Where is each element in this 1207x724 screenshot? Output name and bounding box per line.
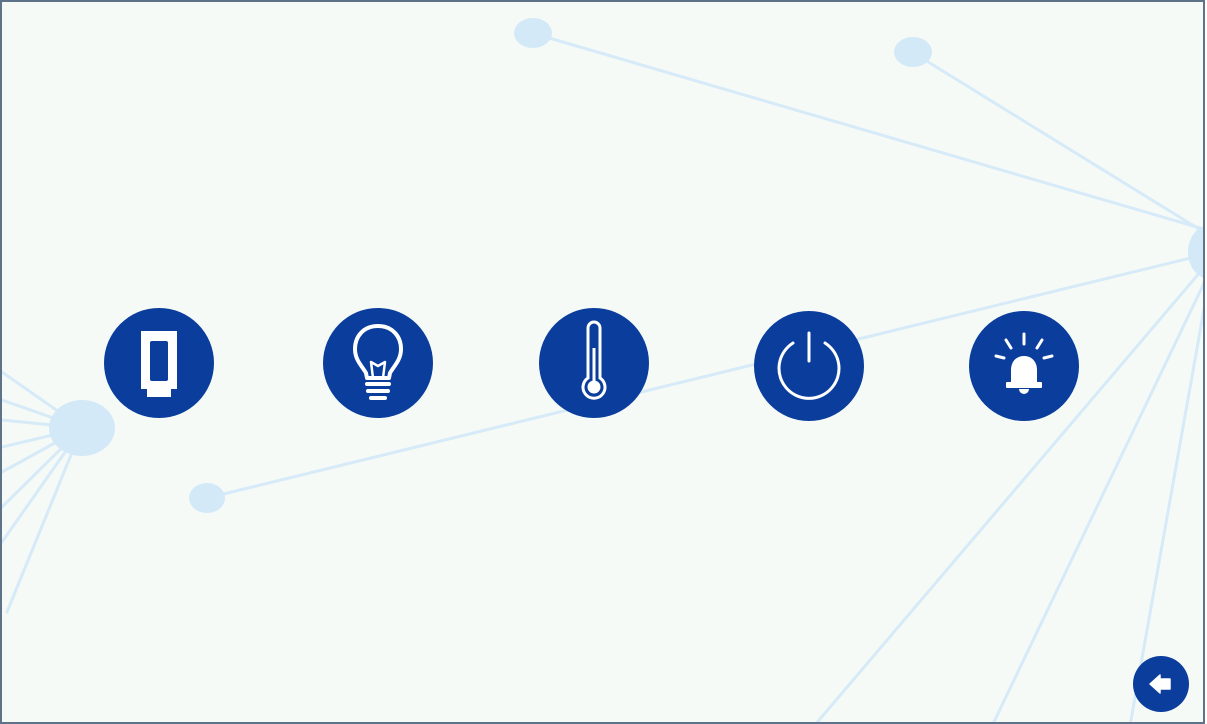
main-screen: [0, 0, 1205, 724]
back-arrow-icon: [1149, 674, 1171, 694]
back-button[interactable]: [1133, 656, 1189, 712]
lighting-button[interactable]: [323, 308, 433, 418]
alarm-bell-icon: [994, 332, 1054, 394]
power-button[interactable]: [754, 311, 864, 421]
thermometer-icon: [581, 320, 607, 400]
power-icon: [777, 331, 841, 400]
temperature-button[interactable]: [539, 308, 649, 418]
alarm-button[interactable]: [969, 311, 1079, 421]
battery-device-icon: [141, 331, 177, 397]
lightbulb-icon: [353, 324, 403, 400]
device-button[interactable]: [104, 308, 214, 418]
